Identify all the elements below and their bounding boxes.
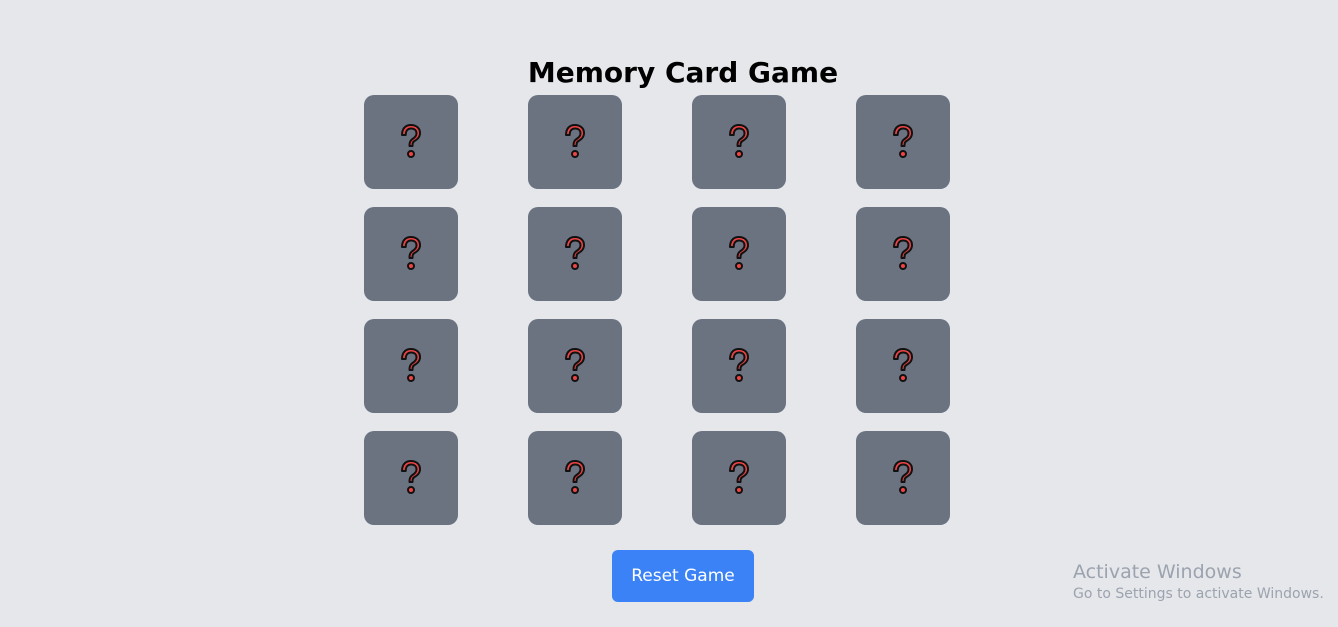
memory-card[interactable]	[692, 431, 786, 525]
memory-card[interactable]	[364, 431, 458, 525]
memory-card[interactable]	[364, 95, 458, 189]
page-title: Memory Card Game	[527, 55, 839, 89]
card-grid	[364, 95, 950, 525]
question-mark-icon	[729, 348, 749, 382]
question-mark-icon	[401, 124, 421, 158]
memory-card[interactable]	[364, 319, 458, 413]
memory-card[interactable]	[692, 207, 786, 301]
watermark-subtitle: Go to Settings to activate Windows.	[1073, 585, 1324, 602]
question-mark-icon	[729, 460, 749, 494]
activate-windows-watermark: Activate Windows Go to Settings to activ…	[1073, 561, 1324, 603]
question-mark-icon	[565, 460, 585, 494]
question-mark-icon	[401, 236, 421, 270]
memory-card[interactable]	[528, 319, 622, 413]
question-mark-icon	[729, 236, 749, 270]
question-mark-icon	[893, 124, 913, 158]
watermark-title: Activate Windows	[1073, 561, 1242, 583]
question-mark-icon	[893, 348, 913, 382]
memory-card[interactable]	[528, 431, 622, 525]
question-mark-icon	[729, 124, 749, 158]
question-mark-icon	[565, 124, 585, 158]
question-mark-icon	[893, 460, 913, 494]
memory-card[interactable]	[528, 207, 622, 301]
question-mark-icon	[565, 348, 585, 382]
memory-card[interactable]	[364, 207, 458, 301]
reset-game-button[interactable]: Reset Game	[612, 550, 754, 602]
question-mark-icon	[893, 236, 913, 270]
memory-card[interactable]	[856, 431, 950, 525]
memory-card[interactable]	[856, 319, 950, 413]
memory-card[interactable]	[692, 319, 786, 413]
memory-card[interactable]	[528, 95, 622, 189]
question-mark-icon	[401, 460, 421, 494]
memory-card[interactable]	[856, 207, 950, 301]
question-mark-icon	[565, 236, 585, 270]
memory-card[interactable]	[692, 95, 786, 189]
question-mark-icon	[401, 348, 421, 382]
memory-card[interactable]	[856, 95, 950, 189]
